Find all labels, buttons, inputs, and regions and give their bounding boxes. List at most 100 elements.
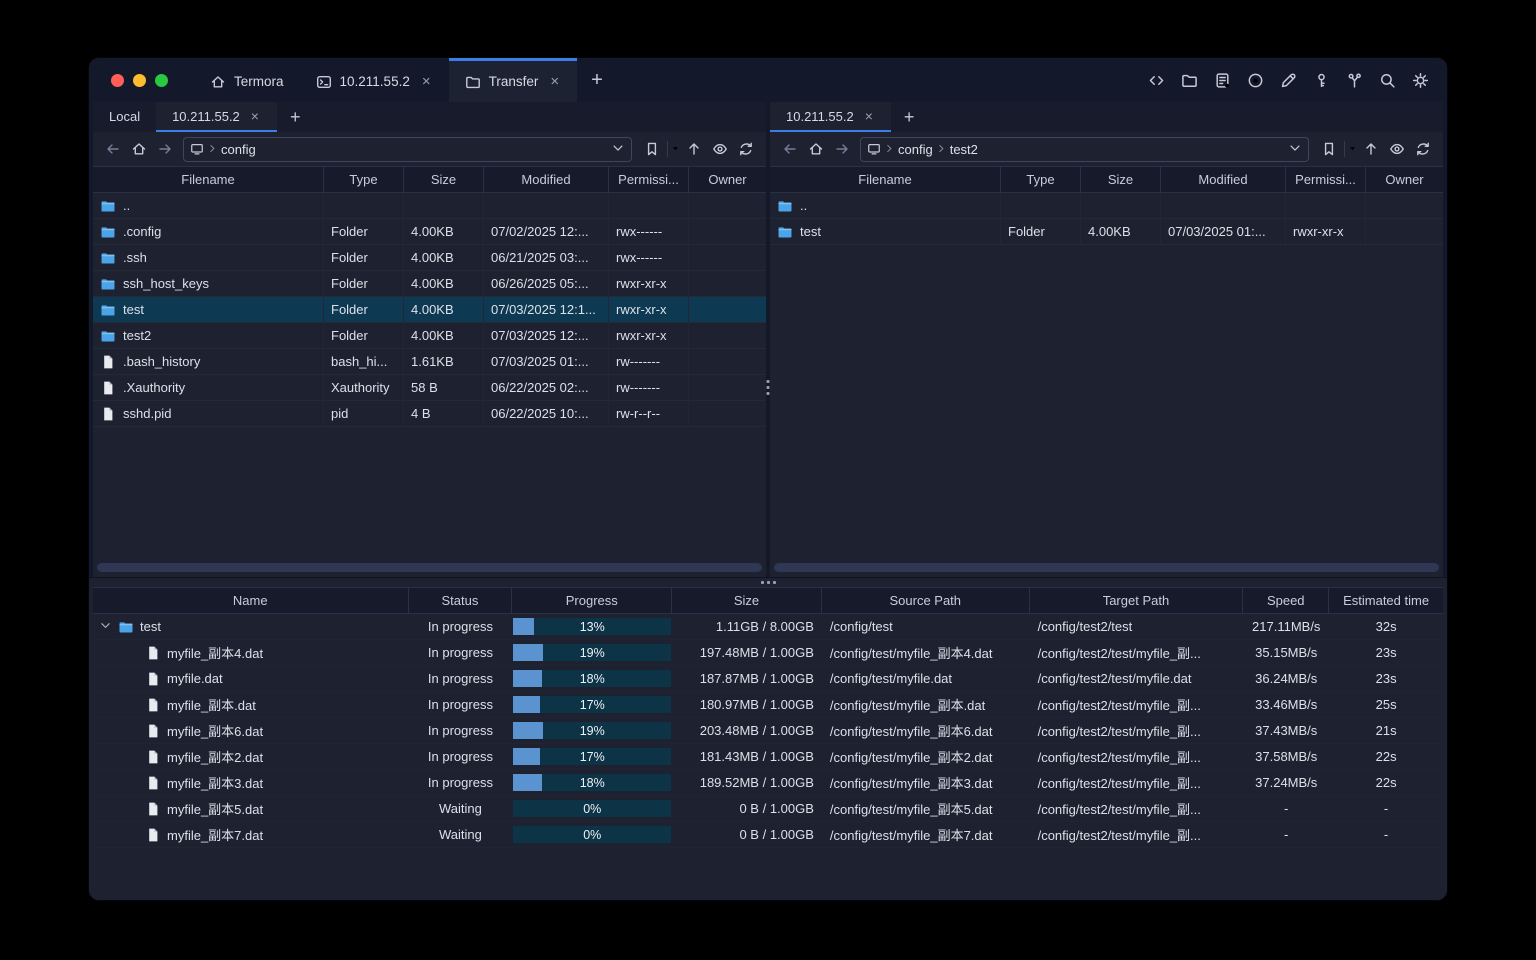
column-header-size[interactable]: Size bbox=[404, 167, 484, 192]
progress-cell: 18% bbox=[512, 770, 672, 795]
edit-button[interactable] bbox=[1275, 67, 1301, 93]
title-tab-transfer[interactable]: Transfer × bbox=[448, 58, 578, 102]
show-hidden-button[interactable] bbox=[708, 137, 732, 161]
back-button[interactable] bbox=[778, 137, 802, 161]
show-hidden-button[interactable] bbox=[1385, 137, 1409, 161]
panel-tab-local[interactable]: Local bbox=[93, 102, 156, 132]
title-tab-termora[interactable]: Termora bbox=[194, 58, 300, 102]
table-row[interactable]: .bash_history bash_hi... 1.61KB 07/03/2025 … bbox=[93, 349, 766, 375]
new-panel-tab-button[interactable]: + bbox=[277, 102, 314, 132]
path-breadcrumb[interactable]: config test2 bbox=[860, 136, 1309, 162]
breadcrumb-segment[interactable]: config bbox=[898, 142, 933, 157]
close-tab-icon[interactable]: × bbox=[420, 73, 433, 90]
transfer-row[interactable]: test In progress 13% 1.11GB / 8.00GB/config… bbox=[93, 614, 1443, 640]
horizontal-scrollbar[interactable] bbox=[774, 563, 1439, 572]
column-header-modified[interactable]: Modified bbox=[484, 167, 609, 192]
table-row[interactable]: test Folder 4.00KB 07/03/2025 01:... rwxr-xr… bbox=[770, 219, 1443, 245]
home-button[interactable] bbox=[127, 137, 151, 161]
column-header-size[interactable]: Size bbox=[1081, 167, 1161, 192]
panel-tab-10-211-55-2[interactable]: 10.211.55.2 × bbox=[770, 102, 891, 132]
panel-tab-10-211-55-2[interactable]: 10.211.55.2 × bbox=[156, 102, 277, 132]
filename-cell: .config bbox=[93, 219, 324, 244]
back-button[interactable] bbox=[101, 137, 125, 161]
transfer-row[interactable]: myfile.dat In progress 18% 187.87MB / 1.00G… bbox=[93, 666, 1443, 692]
progress-label: 0% bbox=[583, 801, 602, 816]
column-header-speed[interactable]: Speed bbox=[1243, 588, 1330, 613]
transfer-splitter[interactable] bbox=[89, 577, 1447, 587]
title-tab-10-211-55-2[interactable]: 10.211.55.2 × bbox=[300, 58, 449, 102]
table-row[interactable]: sshd.pid pid 4 B 06/22/2025 10:... rw-r--r-- bbox=[93, 401, 766, 427]
forward-button[interactable] bbox=[830, 137, 854, 161]
breadcrumb-segment[interactable]: config bbox=[221, 142, 256, 157]
table-row[interactable]: .. bbox=[770, 193, 1443, 219]
transfer-row[interactable]: myfile_副本.dat In progress 17% 180.97MB / 1.… bbox=[93, 692, 1443, 718]
breadcrumb-segment[interactable]: test2 bbox=[950, 142, 978, 157]
record-button[interactable] bbox=[1242, 67, 1268, 93]
column-header-progress[interactable]: Progress bbox=[512, 588, 673, 613]
table-row[interactable]: test Folder 4.00KB 07/03/2025 12:1... rwxr-x… bbox=[93, 297, 766, 323]
log-button[interactable] bbox=[1209, 67, 1235, 93]
transfer-row[interactable]: myfile_副本2.dat In progress 17% 181.43MB / 1… bbox=[93, 744, 1443, 770]
path-dropdown-icon[interactable] bbox=[611, 141, 625, 158]
column-header-source-path[interactable]: Source Path bbox=[822, 588, 1030, 613]
transfer-row[interactable]: myfile_副本4.dat In progress 19% 197.48MB / 1… bbox=[93, 640, 1443, 666]
column-header-estimated-time[interactable]: Estimated time bbox=[1329, 588, 1443, 613]
path-dropdown-icon[interactable] bbox=[1288, 141, 1302, 158]
minimize-window-button[interactable] bbox=[133, 73, 146, 87]
close-window-button[interactable] bbox=[111, 73, 124, 87]
settings-button[interactable] bbox=[1407, 67, 1433, 93]
transfer-name-label: myfile_副本.dat bbox=[167, 698, 256, 713]
column-header-filename[interactable]: Filename bbox=[93, 167, 324, 192]
transfer-row[interactable]: myfile_副本6.dat In progress 19% 203.48MB / 1… bbox=[93, 718, 1443, 744]
column-header-type[interactable]: Type bbox=[324, 167, 404, 192]
key-button[interactable] bbox=[1308, 67, 1334, 93]
status-cell: In progress bbox=[427, 749, 493, 764]
column-header-type[interactable]: Type bbox=[1001, 167, 1081, 192]
column-header-filename[interactable]: Filename bbox=[770, 167, 1001, 192]
keychain-button[interactable] bbox=[1341, 67, 1367, 93]
column-header-owner[interactable]: Owner bbox=[689, 167, 766, 192]
table-row[interactable]: .config Folder 4.00KB 07/02/2025 12:... rwx-… bbox=[93, 219, 766, 245]
column-header-modified[interactable]: Modified bbox=[1161, 167, 1286, 192]
bookmark-button[interactable] bbox=[640, 137, 680, 161]
table-row[interactable]: .ssh Folder 4.00KB 06/21/2025 03:... rwx----… bbox=[93, 245, 766, 271]
table-row[interactable]: .Xauthority Xauthority 58 B 06/22/2025 02:.… bbox=[93, 375, 766, 401]
bookmark-button[interactable] bbox=[1317, 137, 1357, 161]
column-header-permissi[interactable]: Permissi... bbox=[609, 167, 689, 192]
column-header-size[interactable]: Size bbox=[672, 588, 822, 613]
horizontal-scrollbar[interactable] bbox=[97, 563, 762, 572]
column-header-name[interactable]: Name bbox=[93, 588, 409, 613]
table-row[interactable]: ssh_host_keys Folder 4.00KB 06/26/2025 05:.… bbox=[93, 271, 766, 297]
close-tab-icon[interactable]: × bbox=[548, 73, 561, 90]
transfer-row[interactable]: myfile_副本7.dat Waiting 0% 0 B / 1.00GB/conf… bbox=[93, 822, 1443, 848]
table-row[interactable]: test2 Folder 4.00KB 07/03/2025 12:... rwxr-x… bbox=[93, 323, 766, 349]
code-button[interactable] bbox=[1143, 67, 1169, 93]
column-header-permissi[interactable]: Permissi... bbox=[1286, 167, 1366, 192]
column-header-owner[interactable]: Owner bbox=[1366, 167, 1443, 192]
table-row[interactable]: .. bbox=[93, 193, 766, 219]
refresh-button[interactable] bbox=[1411, 137, 1435, 161]
new-panel-tab-button[interactable]: + bbox=[891, 102, 928, 132]
home-button[interactable] bbox=[804, 137, 828, 161]
parent-directory-button[interactable] bbox=[1359, 137, 1383, 161]
status-cell: Waiting bbox=[439, 801, 482, 816]
refresh-button[interactable] bbox=[734, 137, 758, 161]
transfer-row[interactable]: myfile_副本3.dat In progress 18% 189.52MB / 1… bbox=[93, 770, 1443, 796]
parent-directory-button[interactable] bbox=[682, 137, 706, 161]
filename-cell: test bbox=[770, 219, 1001, 244]
bookmark-dropdown-icon[interactable] bbox=[1348, 140, 1357, 158]
close-tab-icon[interactable]: × bbox=[249, 108, 261, 124]
new-tab-button[interactable]: + bbox=[577, 58, 617, 102]
search-button[interactable] bbox=[1374, 67, 1400, 93]
close-tab-icon[interactable]: × bbox=[863, 108, 875, 124]
zoom-window-button[interactable] bbox=[155, 73, 168, 87]
column-header-target-path[interactable]: Target Path bbox=[1030, 588, 1244, 613]
forward-button[interactable] bbox=[153, 137, 177, 161]
transfer-row[interactable]: myfile_副本5.dat Waiting 0% 0 B / 1.00GB/conf… bbox=[93, 796, 1443, 822]
expand-chevron-icon[interactable] bbox=[99, 619, 112, 635]
column-header-status[interactable]: Status bbox=[409, 588, 513, 613]
filename-label: .. bbox=[123, 198, 131, 213]
folder-button[interactable] bbox=[1176, 67, 1202, 93]
bookmark-dropdown-icon[interactable] bbox=[671, 140, 680, 158]
path-breadcrumb[interactable]: config bbox=[183, 136, 632, 162]
